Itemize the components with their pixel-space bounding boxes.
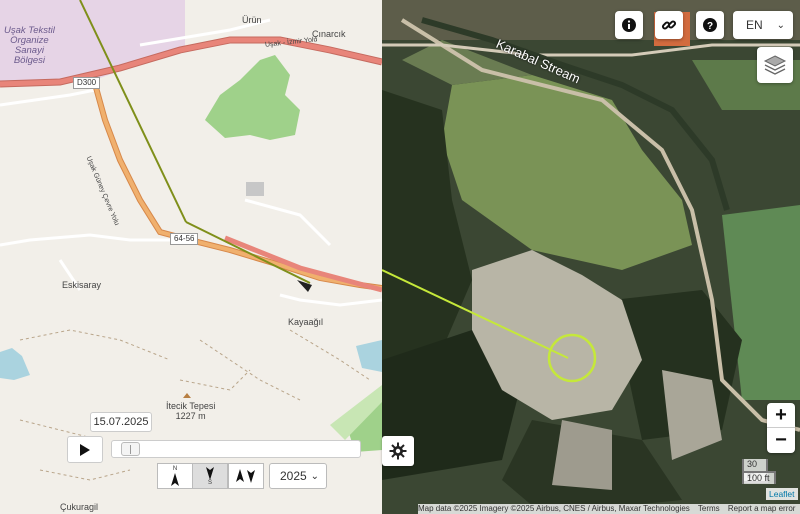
- forest-area: [205, 55, 300, 140]
- leaflet-link[interactable]: Leaflet: [766, 488, 798, 500]
- water-area-2: [356, 340, 382, 372]
- play-button[interactable]: [67, 436, 103, 463]
- year-value: 2025: [280, 469, 307, 483]
- scale-imperial: 100 ft: [742, 471, 776, 484]
- orientation-label-s: S: [207, 479, 212, 486]
- satellite-imagery: [382, 0, 800, 514]
- building-block: [246, 182, 264, 196]
- timeline-handle[interactable]: [120, 442, 140, 456]
- south-arrow-icon: [206, 466, 214, 480]
- help-button[interactable]: ?: [696, 11, 724, 39]
- place-itecik-tepesi: İtecik Tepesi 1227 m: [166, 401, 216, 421]
- report-error-link[interactable]: Report a map error: [728, 504, 796, 513]
- north-arrow-icon: [171, 472, 179, 486]
- orientation-south-up[interactable]: S: [192, 463, 228, 489]
- date-tooltip: 15.07.2025: [90, 412, 152, 432]
- orientation-north-up[interactable]: N: [157, 463, 193, 489]
- satellite-map[interactable]: Karabal Stream: [382, 0, 800, 514]
- attribution-bar: Map data ©2025 Imagery ©2025 Airbus, CNE…: [418, 504, 800, 514]
- play-icon: [80, 443, 90, 456]
- place-usak-tekstil: Uşak Tekstil Organize Sanayi Bölgesi: [4, 25, 55, 66]
- layers-icon: [763, 55, 787, 75]
- zoom-control: + −: [767, 403, 795, 453]
- place-urun: Ürün: [242, 15, 262, 25]
- help-icon: ?: [703, 18, 717, 32]
- chevron-down-icon: ⌄: [776, 19, 785, 31]
- settings-button[interactable]: [382, 436, 414, 466]
- layers-button[interactable]: [757, 47, 793, 83]
- peak-icon: [183, 393, 191, 398]
- place-kayaagil: Kayaağıl: [288, 317, 324, 327]
- zoom-out-button[interactable]: −: [767, 428, 795, 453]
- chevron-down-icon: ⌄: [310, 470, 319, 482]
- info-button[interactable]: [615, 11, 643, 39]
- water-area: [0, 348, 30, 380]
- attribution-data: Map data ©2025 Imagery ©2025 Airbus, CNE…: [418, 504, 690, 513]
- road-shield-64-56: 64-56: [170, 233, 199, 245]
- orientation-heading[interactable]: [228, 463, 264, 489]
- language-select[interactable]: EN ⌄: [733, 11, 793, 39]
- street-map-basemap: [0, 0, 382, 481]
- year-select[interactable]: 2025 ⌄: [269, 463, 327, 489]
- zoom-in-button[interactable]: +: [767, 403, 795, 428]
- place-eskisaray: Eskisaray: [62, 280, 102, 290]
- timeline-slider[interactable]: [111, 440, 361, 458]
- terms-link[interactable]: Terms: [698, 504, 720, 513]
- link-button[interactable]: [655, 11, 683, 39]
- compass-pair-icon: [236, 469, 255, 483]
- svg-text:?: ?: [707, 21, 713, 32]
- gear-icon: [389, 442, 407, 460]
- language-value: EN: [746, 18, 763, 32]
- street-map[interactable]: Ürün Çınarcık Uşak Tekstil Organize Sana…: [0, 0, 382, 514]
- orientation-label-n: N: [172, 465, 178, 472]
- link-icon: [661, 20, 677, 30]
- info-icon: [622, 18, 636, 32]
- road-shield-d300: D300: [73, 77, 101, 89]
- place-cukuragil: Çukuragil: [60, 502, 99, 512]
